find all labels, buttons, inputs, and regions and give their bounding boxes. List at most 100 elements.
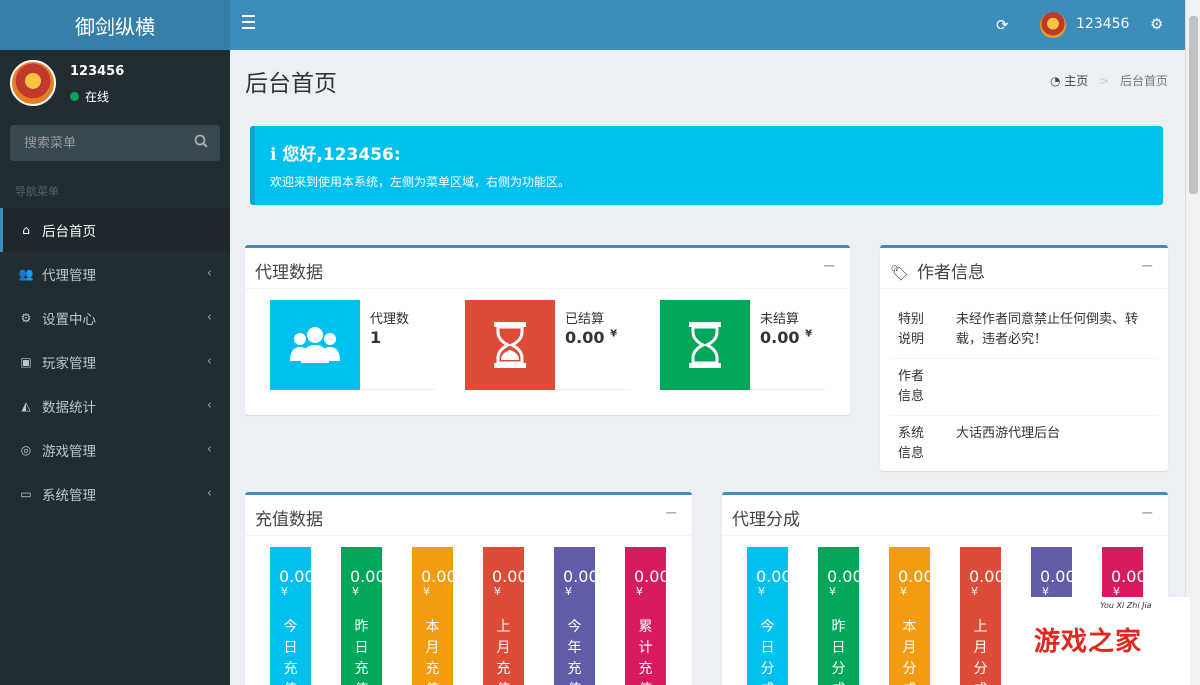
sidebar-item-games[interactable]: ◎ 游戏管理 ‹ [0,428,230,472]
box-title: 🏷 作者信息 [890,263,986,283]
info-box-value: 0.00 ¥ [565,328,618,347]
collapse-icon[interactable]: − [1141,256,1154,275]
menu-search-input[interactable] [10,125,185,161]
users-icon [270,300,360,390]
vertical-label: 今年充值 [567,619,582,685]
info-box-label: 未结算 [760,312,800,327]
page-scrollbar[interactable] [1185,0,1200,685]
vertical-label: 累计充值 [638,619,653,685]
sidebar-item-label: 代理管理 [42,268,96,284]
agent-data-box: 代理数据 − 代理数 1 已结算 0.00 ¥ 未结算 0.00 ¥ [245,245,850,415]
sidebar-username: 123456 [70,64,125,79]
info-box-label: 已结算 [565,312,605,327]
author-info-table: 特别说明 未经作者同意禁止任何倒卖、转载，违者必究！ 作者信息 系统信息 大话西游代… [890,302,1158,471]
chevron-left-icon: ‹ [206,442,212,457]
table-row: 特别说明 未经作者同意禁止任何倒卖、转载，违者必究！ [898,312,1139,347]
top-navbar: ⟳ 123456 ⚙ [230,0,1185,50]
collapse-icon[interactable]: − [665,503,678,522]
chevron-left-icon: ‹ [206,486,212,501]
collapse-icon[interactable]: − [823,256,836,275]
refresh-icon[interactable]: ⟳ [996,16,1009,34]
callout-text: 欢迎来到使用本系统，左侧为菜单区域，右侧为功能区。 [270,175,571,189]
vertical-label: 昨日充值 [354,619,369,685]
watermark-subtitle: You Xi Zhi Jia [1100,601,1152,610]
sidebar-item-label: 玩家管理 [42,356,96,372]
vertical-label: 今日充值 [283,619,298,685]
vertical-label: 上月充值 [496,619,511,685]
callout-title-text: 您好,123456: [282,145,401,165]
info-box-value: 1 [370,328,382,347]
status-text: 在线 [85,90,110,104]
header-username[interactable]: 123456 [1076,16,1129,32]
chevron-left-icon: ‹ [206,310,212,325]
stat-bar-month: 0.00¥本月充值 [412,547,457,685]
vertical-label: 本月分成 [902,619,917,685]
callout-title: ℹ 您好,123456: [270,140,401,165]
user-panel: 123456 在线 [10,60,220,120]
info-box-agent-count: 代理数 1 [270,300,435,390]
author-info-box: 🏷 作者信息 − 特别说明 未经作者同意禁止任何倒卖、转载，违者必究！ 作者信息 系… [880,245,1168,471]
stat-bar-yesterday: 0.00¥昨日充值 [341,547,386,685]
stat-bar-last-month: 0.00¥上月分成 [960,547,1005,685]
sidebar-item-system[interactable]: ▭ 系统管理 ‹ [0,472,230,516]
hourglass-empty-icon [660,300,750,390]
box-title: 代理数据 [255,263,323,283]
stat-bar-today: 0.00¥今日充值 [270,547,315,685]
vertical-label: 今日分成 [760,619,775,685]
gears-icon: ⚙ [20,311,32,325]
sidebar-item-label: 数据统计 [42,400,96,416]
box-title: 代理分成 [732,510,800,530]
dashboard-icon: ◔ [1049,74,1061,88]
collapse-icon[interactable]: − [1141,503,1154,522]
welcome-callout: ℹ 您好,123456: 欢迎来到使用本系统，左侧为菜单区域，右侧为功能区。 [250,126,1163,205]
info-icon: ℹ [270,145,283,165]
gamepad-icon: ◎ [20,443,32,457]
area-chart-icon: ◭ [21,399,31,413]
search-icon[interactable] [194,134,208,148]
info-box-unsettled: 未结算 0.00 ¥ [660,300,825,390]
sidebar-menu: ⌂ 后台首页 👥 代理管理 ‹ ⚙ 设置中心 ‹ ▣ 玩家管理 ‹ ◭ 数据统计 ‹ ◎ 游戏管理 ‹… [0,208,230,516]
hourglass-icon [465,300,555,390]
settings-gears-icon[interactable]: ⚙ [1150,15,1163,33]
sidebar-item-label: 游戏管理 [42,444,96,460]
sidebar-item-stats[interactable]: ◭ 数据统计 ‹ [0,384,230,428]
sidebar-item-home[interactable]: ⌂ 后台首页 [0,208,230,252]
sidebar-item-agents[interactable]: 👥 代理管理 ‹ [0,252,230,296]
vertical-label: 上月分成 [973,619,988,685]
chevron-left-icon: ‹ [206,398,212,413]
stat-bar-last-month: 0.00¥上月充值 [483,547,528,685]
stat-bar-year: 0.00¥今年充值 [554,547,599,685]
breadcrumb-home[interactable]: 主页 [1064,74,1088,88]
table-row: 作者信息 [890,358,1158,415]
contact-icon: ▣ [20,355,32,369]
sidebar-item-label: 设置中心 [42,312,96,328]
info-box-settled: 已结算 0.00 ¥ [465,300,630,390]
app-logo[interactable]: 御剑纵横 [0,0,230,50]
desktop-icon: ▭ [20,487,32,501]
sidebar-item-settings[interactable]: ⚙ 设置中心 ‹ [0,296,230,340]
sidebar-item-players[interactable]: ▣ 玩家管理 ‹ [0,340,230,384]
breadcrumb-current: 后台首页 [1119,74,1168,88]
info-box-value: 0.00 ¥ [760,328,813,347]
sidebar-toggle-icon[interactable] [242,15,260,35]
stat-bar-month: 0.00¥本月分成 [889,547,934,685]
user-avatar[interactable] [1040,12,1066,38]
tag-icon: 🏷 [890,264,910,282]
site-watermark-logo: You Xi Zhi Jia 游戏之家 [1010,597,1190,685]
stat-bar-yesterday: 0.00¥昨日分成 [818,547,863,685]
home-icon: ⌂ [22,223,30,237]
sidebar: 123456 在线 导航菜单 ⌂ 后台首页 👥 代理管理 ‹ ⚙ 设置中心 ‹ ▣ 玩家管理… [0,50,230,685]
sidebar-item-label: 系统管理 [42,488,96,504]
breadcrumb-separator: > [1099,74,1110,88]
info-box-label: 代理数 [370,312,410,327]
vertical-label: 昨日分成 [831,619,846,685]
stat-bar-total: 0.00¥累计充值 [625,547,670,685]
nav-header: 导航菜单 [15,185,59,198]
table-row: 系统信息 大话西游代理后台 [890,415,1158,471]
scrollbar-thumb[interactable] [1189,16,1198,194]
page-title: 后台首页 [245,71,337,97]
chevron-left-icon: ‹ [206,354,212,369]
watermark-text: 游戏之家 [1034,627,1143,657]
vertical-label: 本月充值 [425,619,440,685]
users-icon: 👥 [18,267,34,281]
